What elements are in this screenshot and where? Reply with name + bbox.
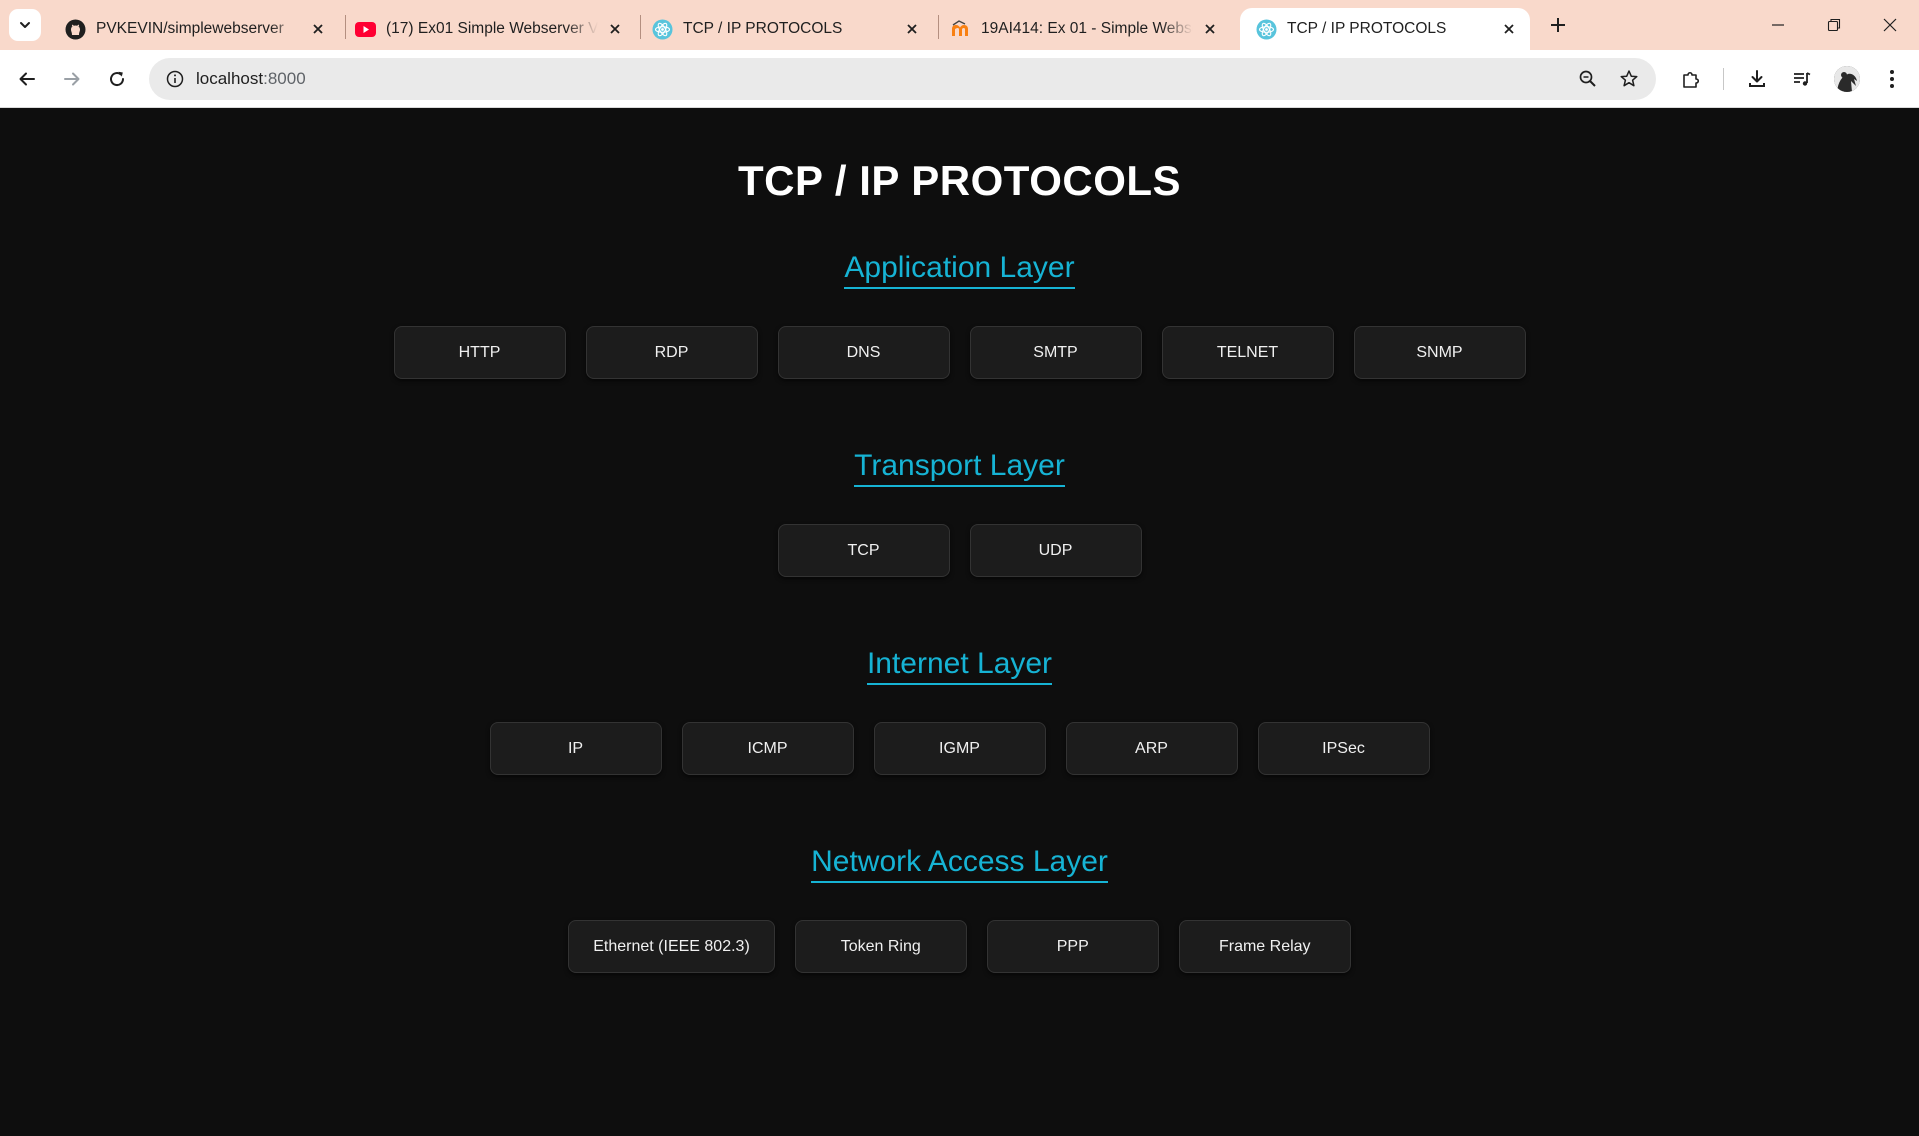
tab-title: 19AI414: Ex 01 - Simple Webser [981,20,1193,37]
protocol-button[interactable]: ICMP [681,722,854,775]
back-button[interactable] [10,62,44,96]
tab-title: TCP / IP PROTOCOLS [1287,20,1447,37]
arrow-left-icon [19,72,35,86]
tab-4-active[interactable]: TCP / IP PROTOCOLS [1240,8,1530,50]
protocol-button[interactable]: RDP [585,326,758,379]
protocol-button[interactable]: DNS [777,326,950,379]
chrome-menu-button[interactable] [1875,62,1909,96]
new-tab-button[interactable] [1542,9,1574,41]
layer-heading: Network Access Layer [811,845,1108,883]
address-url[interactable]: localhost:8000 [196,69,306,89]
tab-1[interactable]: (17) Ex01 Simple Webserver VS [339,8,636,50]
moodle-icon [950,19,971,40]
close-icon[interactable] [901,18,923,40]
protocol-button[interactable]: IGMP [873,722,1046,775]
tab-3[interactable]: 19AI414: Ex 01 - Simple Webser [934,8,1231,50]
page-title: TCP / IP PROTOCOLS [737,157,1182,204]
protocol-button[interactable]: SNMP [1353,326,1526,379]
url-port: :8000 [263,69,306,88]
restore-button[interactable] [1806,0,1861,50]
site-info-icon[interactable] [161,65,189,93]
page-content: TCP / IP PROTOCOLS Application Layer HTT… [0,109,1919,1136]
reload-icon [110,71,125,87]
tab-search-button[interactable] [9,9,41,41]
forward-button[interactable] [55,62,89,96]
protocol-button[interactable]: Ethernet (IEEE 802.3) [568,920,775,973]
tab-strip: PVKEVIN/simplewebserver (17) Ex01 Simple… [0,0,1919,50]
address-bar[interactable]: localhost:8000 [149,58,1656,100]
protocol-button[interactable]: SMTP [969,326,1142,379]
layer-heading: Application Layer [844,251,1075,289]
layer-heading: Transport Layer [854,449,1065,487]
tab-title: TCP / IP PROTOCOLS [683,20,843,37]
close-window-button[interactable] [1862,0,1917,50]
chevron-down-icon [20,22,30,28]
protocol-button[interactable]: UDP [969,524,1142,577]
profile-avatar[interactable] [1834,66,1860,92]
youtube-icon [355,19,376,40]
protocol-button[interactable]: IPSec [1257,722,1430,775]
close-icon[interactable] [307,18,329,40]
close-icon[interactable] [604,18,626,40]
zoom-icon[interactable] [1574,65,1602,93]
layer-network-access: Network Access Layer Ethernet (IEEE 802.… [0,845,1919,973]
github-icon [65,19,86,40]
protocol-button[interactable]: Frame Relay [1178,920,1351,973]
protocol-button[interactable]: ARP [1065,722,1238,775]
extensions-button[interactable] [1674,62,1708,96]
react-icon [652,19,673,40]
puzzle-icon [1683,71,1700,88]
minimize-button[interactable] [1750,0,1805,50]
protocol-button[interactable]: IP [489,722,662,775]
protocol-button[interactable]: HTTP [393,326,566,379]
restore-icon [1827,18,1840,32]
tab-2[interactable]: TCP / IP PROTOCOLS [636,8,933,50]
url-host: localhost [196,69,264,88]
reload-button[interactable] [100,62,134,96]
media-queue-icon [1794,72,1811,86]
download-icon [1749,70,1765,87]
close-icon [1883,18,1896,32]
layer-application: Application Layer HTTP RDP DNS SMTP TELN… [0,251,1919,379]
plus-icon [1551,18,1565,32]
protocol-button[interactable]: Token Ring [794,920,967,973]
more-vertical-icon [1890,70,1894,88]
tab-title: (17) Ex01 Simple Webserver VS [386,20,598,37]
layer-internet: Internet Layer IP ICMP IGMP ARP IPSec [0,647,1919,775]
layer-transport: Transport Layer TCP UDP [0,449,1919,577]
browser-toolbar: localhost:8000 [0,50,1919,108]
arrow-right-icon [64,72,80,86]
protocol-button[interactable]: PPP [986,920,1159,973]
media-controls-button[interactable] [1785,62,1819,96]
protocol-button[interactable]: TCP [777,524,950,577]
react-icon [1256,19,1277,40]
protocol-button[interactable]: TELNET [1161,326,1334,379]
minimize-icon [1771,24,1784,26]
tab-0[interactable]: PVKEVIN/simplewebserver [49,8,339,50]
close-icon[interactable] [1199,18,1221,40]
tab-title: PVKEVIN/simplewebserver [96,20,284,37]
close-icon[interactable] [1498,18,1520,40]
layer-heading: Internet Layer [866,647,1053,685]
bookmark-star-icon[interactable] [1615,65,1643,93]
downloads-button[interactable] [1740,62,1774,96]
